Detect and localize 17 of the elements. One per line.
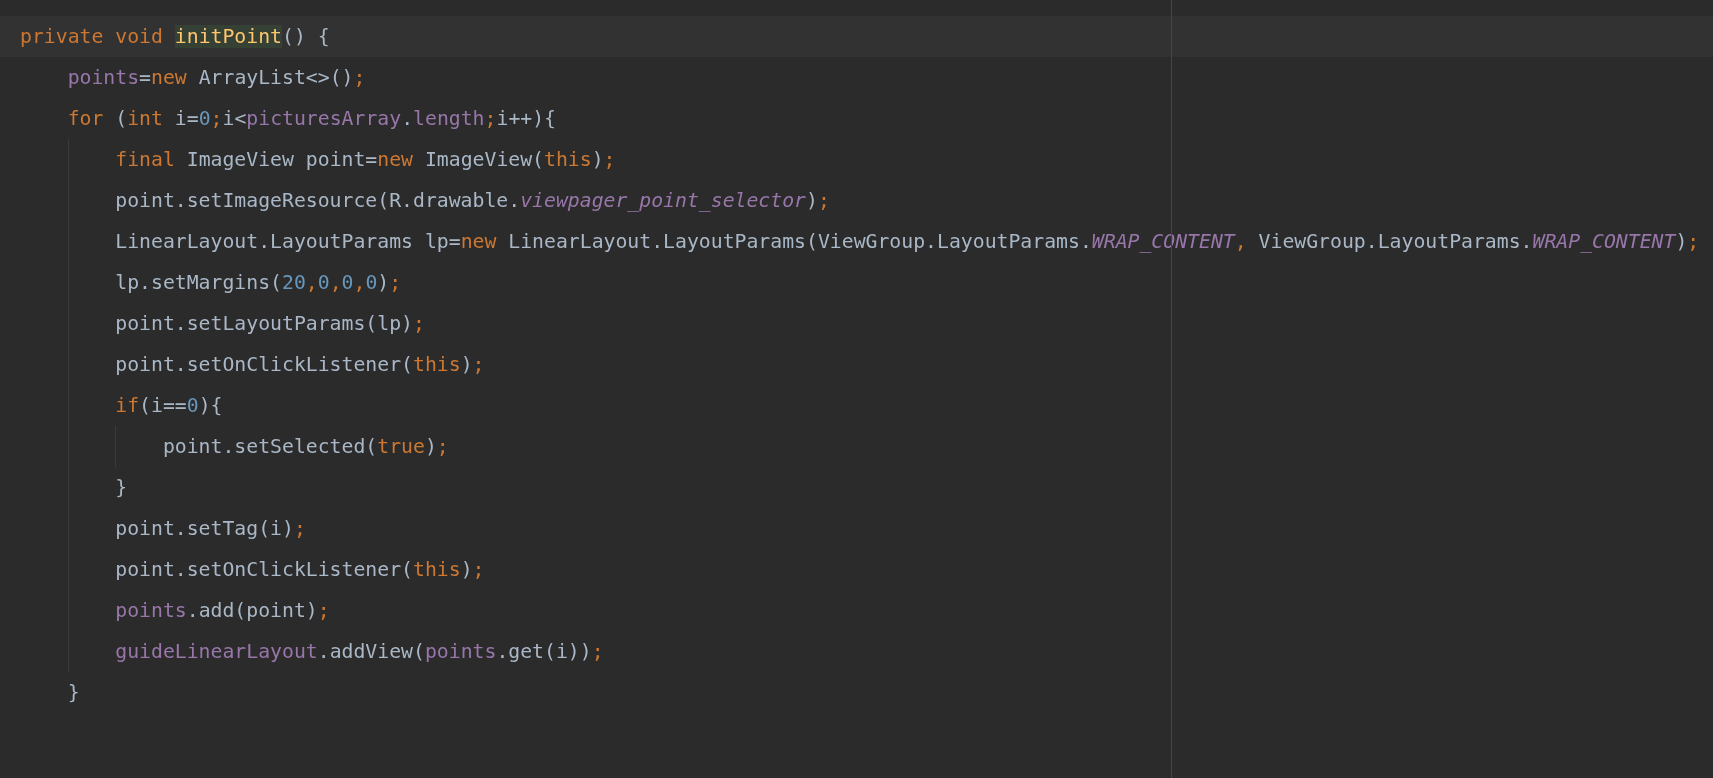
- code-line: final ImageView point=new ImageView(this);: [115, 146, 616, 173]
- code-line: points=new ArrayList<>();: [67, 64, 366, 91]
- code-line: point.setImageResource(R.drawable.viewpager_point_selector);: [115, 187, 830, 214]
- code-line: guideLinearLayout.addView(points.get(i));: [115, 638, 604, 665]
- code-line: }: [115, 474, 128, 501]
- code-line: points.add(point);: [115, 597, 330, 624]
- code-line: point.setSelected(true);: [162, 433, 449, 460]
- code-line: point.setOnClickListener(this);: [115, 556, 485, 583]
- code-line: for (int i=0;i<picturesArray.length;i++){: [67, 105, 556, 132]
- code-line: point.setLayoutParams(lp);: [115, 310, 425, 337]
- code-line: lp.setMargins(20,0,0,0);: [115, 269, 402, 296]
- code-line: if(i==0){: [115, 392, 223, 419]
- code-line: point.setTag(i);: [115, 515, 306, 542]
- code-line: }: [67, 679, 80, 706]
- code-line: point.setOnClickListener(this);: [115, 351, 485, 378]
- code-line: private void initPoint() {: [20, 23, 330, 50]
- code-line: LinearLayout.LayoutParams lp=new LinearLayout.LayoutParams(ViewGroup.LayoutParams.WRAP_CONTENT, ViewGroup.LayoutParams.WRAP_CONTENT);: [115, 228, 1700, 255]
